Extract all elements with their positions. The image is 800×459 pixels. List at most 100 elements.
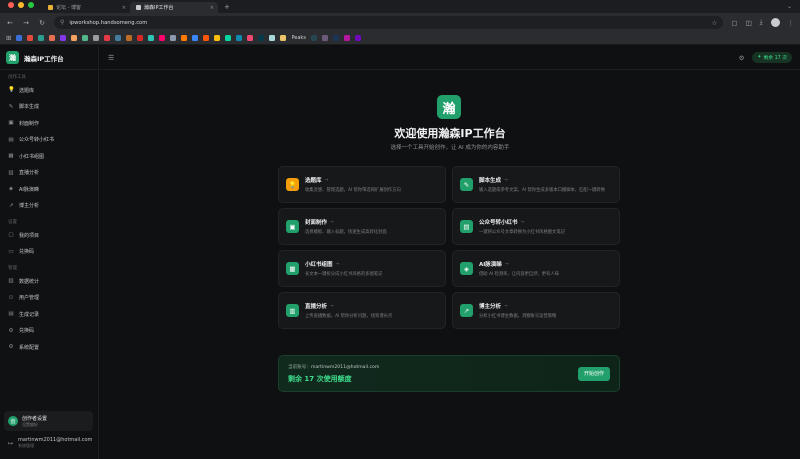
zoom-window-button[interactable] [28,2,34,8]
browser-tab[interactable]: 论坛 - 博客 × [42,2,130,13]
sidebar-item[interactable]: ▦ 小红书组图 [0,148,98,165]
tab-close-icon[interactable]: × [122,5,126,11]
sidebar-item[interactable]: ↗ 博主分析 [0,198,98,215]
sidepanel-icon[interactable]: ◫ [745,19,751,27]
bookmark-favicon-icon[interactable] [49,35,56,41]
sidebar-item-label: 直播分析 [19,170,40,177]
profile-avatar[interactable] [770,18,780,27]
sidebar-item[interactable]: ▥ 直播分析 [0,165,98,182]
bookmark-favicon-icon[interactable] [247,35,254,41]
users-icon: ⚇ [8,294,14,301]
tool-card[interactable]: ◈ AI脉演睇 → 借助 AI 检测率，让内容更自然、更有人味 [452,250,620,287]
quota-badge[interactable]: ✦ 剩余 17 次 [752,52,792,63]
sidebar-item[interactable]: 💡 选题库 [0,82,98,99]
bookmark-favicon-icon[interactable] [38,35,45,41]
bookmark-favicon-icon[interactable] [354,35,361,41]
bookmark-favicon-icon[interactable] [16,35,23,41]
sidebar-item[interactable]: ▣ 封面制作 [0,115,98,132]
account-info[interactable]: ↦ martinwm2011@hotmail.com 系统管理 [8,437,92,449]
bookmark-favicon-icon[interactable] [310,35,317,41]
bookmark-favicon-icon[interactable] [170,35,177,41]
bookmark-favicon-icon[interactable] [192,35,199,41]
apps-grid-icon[interactable]: ⊞ [6,34,11,42]
bookmark-favicon-icon[interactable] [126,35,133,41]
tool-card[interactable]: ▣ 封面制作 → 选择模板、输入标题，快速生成高转化封面 [278,208,446,245]
bookmark-favicon-icon[interactable] [321,35,328,41]
bookmark-favicon-icon[interactable] [82,35,89,41]
bookmark-favicon-icon[interactable] [60,35,67,41]
url-bar[interactable]: ⚲ ipworkshop.handsomeng.com ☆ [54,16,724,29]
menu-toggle-icon[interactable]: ☰ [108,54,114,62]
bookmark-favicon-icon[interactable] [159,35,166,41]
tool-card[interactable]: ✎ 脚本生成 → 输入选题或参考文案，AI 帮你生成多版本口播脚本，匹配一键转换 [452,166,620,203]
page-subtitle: 选择一个工具开始创作，让 AI 成为你的内容助手 [390,145,510,151]
bookmark-favicon-icon[interactable] [115,35,122,41]
sidebar-item[interactable]: ⚇ 用户管理 [0,290,98,307]
current-account: 当前账号：martinwm2011@hotmail.com [288,364,379,370]
sidebar-item-label: 封面制作 [19,120,40,127]
sidebar-item[interactable]: ◈ AI脉演睇 [0,181,98,198]
bookmark-favicon-icon[interactable] [93,35,100,41]
site-info-icon[interactable]: ⚲ [60,19,64,26]
bookmark-favicon-icon[interactable] [258,35,265,41]
bookmark-favicon-icon[interactable] [27,35,34,41]
arrow-right-icon: → [330,303,334,309]
sidebar-item-label: 脚本生成 [19,104,40,111]
sidebar-item[interactable]: ⚙ 兑换码 [0,323,98,340]
bookmark-favicon-icon[interactable] [203,35,210,41]
sidebar-item[interactable]: ✎ 脚本生成 [0,99,98,116]
sidebar-item[interactable]: ▢ 我的项目 [0,227,98,244]
tool-card[interactable]: ↗ 博主分析 → 分析小红书博主数据，洞察账号运营策略 [452,292,620,329]
new-tab-button[interactable]: + [218,3,236,13]
bookmark-favicon-icon[interactable] [269,35,276,41]
close-window-button[interactable] [8,2,14,8]
folder-icon: ▢ [8,232,14,239]
creator-settings-card[interactable]: 创 创作者设置 设置偏好 [4,411,93,431]
bookmark-favicon-icon[interactable] [181,35,188,41]
reload-icon[interactable]: ↻ [38,19,46,27]
logout-icon[interactable]: ↦ [8,440,13,447]
tab-close-icon[interactable]: × [210,5,214,11]
tool-card[interactable]: 💡 选题库 → 收集灵感、管理选题，AI 帮你筛选和扩展创作方向 [278,166,446,203]
bookmark-favicon-icon[interactable] [343,35,350,41]
bookmark-favicon-icon[interactable] [104,35,111,41]
bookmark-favicon-icon[interactable] [236,35,243,41]
tab-search-icon[interactable]: ⌄ [787,3,792,10]
bookmark-favicon-icon[interactable] [137,35,144,41]
chart-icon: ▥ [8,169,14,176]
bookmark-favicon-icon[interactable] [280,35,287,41]
bookmark-favicon-icon[interactable] [225,35,232,41]
bookmark-label[interactable]: Peaks [291,35,305,41]
sidebar-item[interactable]: ⚙ 系统配置 [0,339,98,356]
back-icon[interactable]: ← [6,19,14,27]
url-text: ipworkshop.handsomeng.com [69,19,148,26]
download-icon[interactable]: ⤓ [760,18,763,27]
tool-card-title: 封面制作 → [305,218,387,227]
browser-tab-active[interactable]: 瀚森IP工作台 × [130,2,218,13]
tool-card-description: 输入选题或参考文案，AI 帮你生成多版本口播脚本，匹配一键转换 [479,188,605,193]
tool-card-description: 收集灵感、管理选题，AI 帮你筛选和扩展创作方向 [305,188,401,193]
bookmark-favicon-icon[interactable] [214,35,221,41]
sidebar-item[interactable]: ▭ 兑换码 [0,244,98,261]
tool-grid: 💡 选题库 → 收集灵感、管理选题，AI 帮你筛选和扩展创作方向 ✎ 脚本生成 → 输入选题或… [278,166,620,329]
bookmark-favicon-icon[interactable] [148,35,155,41]
tool-card[interactable]: ▦ 小红书组图 → 长文本一键拆分成小红书风格的多图笔记 [278,250,446,287]
brand[interactable]: 瀚 瀚森IP工作台 [0,46,98,70]
sidebar-item[interactable]: ▤ 生成记录 [0,306,98,323]
sidebar-item[interactable]: ▥ 数据统计 [0,273,98,290]
tool-card[interactable]: ▥ 直播分析 → 上传直播数据，AI 帮你分析问题，找到增长点 [278,292,446,329]
bookmark-favicon-icon[interactable] [71,35,78,41]
tool-card-title: 直播分析 → [305,302,392,311]
forward-icon[interactable]: → [22,19,30,27]
tool-card-description: 选择模板、输入标题，快速生成高转化封面 [305,230,387,235]
bookmark-star-icon[interactable]: ☆ [711,19,717,27]
start-creating-button[interactable]: 开始创作 [577,366,610,381]
minimize-window-button[interactable] [18,2,24,8]
settings-icon[interactable]: ⚙ [739,54,745,62]
extension-icon[interactable]: ▢ [731,19,737,27]
sidebar-item[interactable]: ▤ 公众号转小红书 [0,132,98,149]
bookmark-favicon-icon[interactable] [332,35,339,41]
tool-card-title-text: 脚本生成 [479,178,502,184]
tool-card[interactable]: ▤ 公众号转小红书 → 一键将公众号文章转换为小红书风格图文笔记 [452,208,620,245]
more-menu-icon[interactable]: ⋮ [788,19,795,27]
